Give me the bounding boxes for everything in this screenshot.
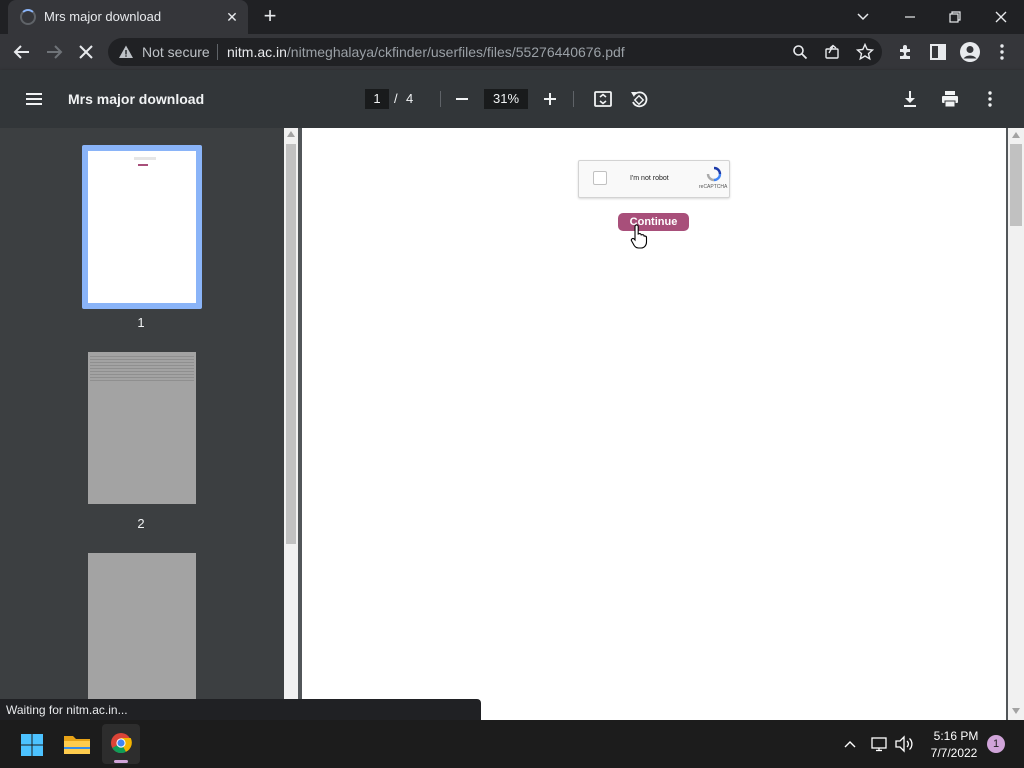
- recaptcha-logo-icon: [706, 166, 722, 182]
- browser-tab[interactable]: Mrs major download ✕: [8, 0, 248, 34]
- recaptcha-widget: I'm not robot reCAPTCHA: [578, 160, 730, 198]
- hand-cursor-icon: [630, 224, 648, 249]
- thumbnail-label-1: 1: [137, 315, 145, 330]
- zoom-in-icon[interactable]: [540, 89, 560, 109]
- clock-date[interactable]: 7/7/2022: [926, 746, 982, 760]
- sidebar-scrollbar[interactable]: [284, 128, 298, 720]
- scroll-up-icon[interactable]: [1012, 132, 1020, 138]
- pdf-viewer: I'm not robot reCAPTCHA Continue: [298, 128, 1024, 720]
- thumb-captcha-mark: [134, 157, 156, 160]
- side-panel-icon[interactable]: [928, 42, 948, 62]
- forward-arrow-icon[interactable]: [42, 40, 66, 64]
- notification-badge[interactable]: 1: [987, 735, 1005, 753]
- viewer-scroll-thumb[interactable]: [1010, 144, 1022, 226]
- thumb-continue-mark: [138, 164, 148, 166]
- tab-close-icon[interactable]: ✕: [222, 7, 242, 27]
- url-path: /nitmeghalaya/ckfinder/userfiles/files/5…: [286, 44, 625, 60]
- scroll-down-icon[interactable]: [1012, 708, 1020, 714]
- warning-icon[interactable]: [118, 44, 134, 60]
- bookmark-star-icon[interactable]: [856, 43, 874, 61]
- recaptcha-brand: reCAPTCHA: [699, 184, 728, 190]
- extensions-puzzle-icon[interactable]: [896, 42, 916, 62]
- thumbnail-page-3[interactable]: [88, 553, 196, 720]
- volume-icon[interactable]: [894, 735, 914, 753]
- active-app-indicator: [114, 760, 128, 763]
- thumb-text-lines: [90, 356, 194, 382]
- page-separator: /: [394, 91, 398, 106]
- tab-title: Mrs major download: [44, 9, 162, 24]
- chrome-taskbar-button[interactable]: [102, 724, 140, 764]
- pdf-more-options-icon[interactable]: [980, 89, 1000, 109]
- zoom-out-icon[interactable]: [452, 89, 472, 109]
- stop-loading-icon[interactable]: [74, 40, 98, 64]
- toolbar-divider: [440, 91, 441, 107]
- thumbnail-page-1[interactable]: [82, 145, 202, 309]
- scroll-up-icon[interactable]: [287, 131, 295, 137]
- sidebar-menu-icon[interactable]: [24, 89, 44, 109]
- share-icon[interactable]: [824, 44, 840, 60]
- url-text[interactable]: nitm.ac.in/nitmeghalaya/ckfinder/userfil…: [227, 44, 625, 60]
- tab-search-chevron-icon[interactable]: [850, 4, 876, 30]
- viewer-scrollbar[interactable]: [1008, 128, 1024, 720]
- thumbnail-label-2: 2: [137, 516, 145, 531]
- close-window-icon[interactable]: [988, 4, 1014, 30]
- sidebar-scroll-thumb[interactable]: [286, 144, 296, 544]
- chevron-up-icon[interactable]: [842, 736, 858, 752]
- minimize-icon[interactable]: [897, 4, 923, 30]
- status-bubble: Waiting for nitm.ac.in...: [0, 699, 481, 720]
- total-pages: 4: [406, 91, 414, 106]
- restore-icon[interactable]: [942, 4, 968, 30]
- pdf-title: Mrs major download: [68, 91, 205, 107]
- new-tab-icon[interactable]: +: [258, 5, 282, 29]
- tab-strip: Mrs major download ✕ +: [0, 0, 1024, 34]
- chrome-icon: [111, 733, 132, 754]
- taskbar: 5:16 PM 7/7/2022 1: [0, 720, 1024, 768]
- thumbnail-sidebar: 1 2: [0, 128, 298, 720]
- windows-start-icon[interactable]: [20, 733, 44, 757]
- continue-button[interactable]: Continue: [618, 213, 689, 231]
- file-explorer-icon[interactable]: [63, 732, 91, 756]
- clock-time[interactable]: 5:16 PM: [930, 729, 982, 743]
- back-arrow-icon[interactable]: [10, 40, 34, 64]
- print-icon[interactable]: [940, 89, 960, 109]
- thumbnail-page-1-image: [88, 151, 196, 303]
- zoom-level-input[interactable]: 31%: [484, 89, 528, 109]
- loading-spinner-icon: [20, 9, 36, 25]
- toolbar-divider: [573, 91, 574, 107]
- network-icon[interactable]: [870, 735, 888, 753]
- profile-avatar-icon[interactable]: [959, 41, 981, 63]
- browser-toolbar: Not secure nitm.ac.in/nitmeghalaya/ckfin…: [0, 34, 1024, 70]
- download-icon[interactable]: [900, 89, 920, 109]
- fit-to-page-icon[interactable]: [593, 89, 613, 109]
- recaptcha-checkbox[interactable]: [593, 171, 607, 185]
- address-bar[interactable]: Not secure nitm.ac.in/nitmeghalaya/ckfin…: [108, 38, 882, 66]
- url-host: nitm.ac.in: [227, 44, 287, 60]
- browser-menu-icon[interactable]: [992, 42, 1012, 62]
- zoom-magnifier-icon[interactable]: [792, 44, 808, 60]
- pdf-page-1: I'm not robot reCAPTCHA Continue: [302, 128, 1006, 720]
- recaptcha-label: I'm not robot: [630, 175, 669, 182]
- page-number-input[interactable]: 1: [365, 89, 389, 109]
- thumbnail-page-2[interactable]: [88, 352, 196, 504]
- rotate-icon[interactable]: [629, 89, 649, 109]
- not-secure-label[interactable]: Not secure: [142, 44, 210, 60]
- pdf-toolbar: Mrs major download 1 / 4 31%: [0, 70, 1024, 128]
- omnibox-divider: [217, 44, 218, 60]
